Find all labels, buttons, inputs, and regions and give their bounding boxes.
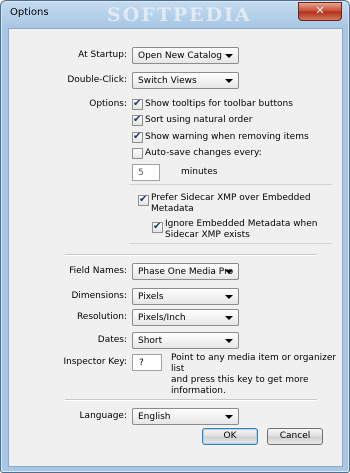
watermark: SOFTPEDIA: [107, 4, 252, 26]
dates-select[interactable]: Short: [132, 332, 239, 349]
language-select[interactable]: English: [132, 408, 239, 425]
title-bar[interactable]: Options SOFTPEDIA ✕: [1, 1, 349, 27]
prefer-xmp-label-line1[interactable]: Prefer Sidecar XMP over Embedded: [151, 193, 311, 203]
double-click-label: Double-Click:: [67, 75, 127, 85]
dimensions-select[interactable]: Pixels: [132, 288, 239, 305]
dates-label: Dates:: [97, 335, 127, 345]
chevron-down-icon: [225, 316, 233, 320]
field-names-select[interactable]: Phase One Media Pro: [132, 263, 239, 280]
chevron-down-icon: [225, 415, 233, 419]
chevron-down-icon: [225, 54, 233, 58]
separator: [65, 254, 317, 256]
prefer-xmp-checkbox[interactable]: [138, 194, 149, 206]
language-value: English: [138, 412, 171, 422]
inspector-key-input[interactable]: ?: [132, 354, 162, 371]
field-names-value: Phase One Media Pro: [138, 267, 234, 277]
prefer-xmp-label-line2[interactable]: Metadata: [151, 204, 194, 214]
inspector-key-value: ?: [139, 358, 144, 368]
field-names-label: Field Names:: [69, 266, 127, 276]
auto-save-label[interactable]: Auto-save changes every:: [145, 148, 262, 158]
startup-label: At Startup:: [78, 50, 127, 60]
chevron-down-icon: [225, 270, 233, 274]
options-label: Options:: [89, 99, 127, 109]
startup-select[interactable]: Open New Catalog: [132, 47, 239, 64]
minutes-input[interactable]: 5: [132, 164, 160, 181]
show-tooltips-checkbox[interactable]: [132, 98, 143, 110]
dimensions-label: Dimensions:: [71, 291, 127, 301]
minutes-value: 5: [138, 168, 144, 178]
inspector-key-label: Inspector Key:: [63, 357, 127, 367]
dialog-body: At Startup: Open New Catalog Double-Clic…: [8, 28, 343, 467]
resolution-select[interactable]: Pixels/Inch: [132, 309, 239, 326]
inspector-help-line1: Point to any media item or organizer lis…: [171, 353, 337, 374]
inspector-help-line2: and press this key to get more: [171, 375, 309, 385]
resolution-value: Pixels/Inch: [138, 313, 186, 323]
show-warning-checkbox[interactable]: [132, 131, 143, 143]
show-tooltips-label[interactable]: Show tooltips for toolbar buttons: [145, 99, 293, 109]
minutes-label: minutes: [181, 167, 218, 177]
startup-value: Open New Catalog: [138, 51, 222, 61]
natural-order-label[interactable]: Sort using natural order: [145, 115, 253, 125]
ignore-embedded-label-line2[interactable]: Sidecar XMP exists: [165, 230, 250, 240]
ignore-embedded-checkbox[interactable]: [152, 221, 163, 233]
inspector-help-line3: information.: [171, 386, 226, 396]
ignore-embedded-label-line1[interactable]: Ignore Embedded Metadata when: [165, 219, 318, 229]
dates-value: Short: [138, 336, 163, 346]
auto-save-checkbox[interactable]: [132, 148, 143, 159]
close-button[interactable]: ✕: [298, 2, 342, 21]
dimensions-value: Pixels: [138, 292, 164, 302]
close-icon: ✕: [315, 4, 325, 17]
resolution-label: Resolution:: [76, 312, 127, 322]
cancel-button[interactable]: Cancel: [267, 428, 323, 445]
ok-button[interactable]: OK: [202, 428, 258, 445]
chevron-down-icon: [225, 79, 233, 83]
chevron-down-icon: [225, 295, 233, 299]
double-click-value: Switch Views: [138, 76, 197, 86]
options-dialog: Options SOFTPEDIA ✕ At Startup: Open New…: [0, 0, 350, 473]
inspector-help-text: Point to any media item or organizer lis…: [171, 353, 341, 397]
chevron-down-icon: [225, 339, 233, 343]
show-warning-label[interactable]: Show warning when removing items: [145, 132, 309, 142]
double-click-select[interactable]: Switch Views: [132, 72, 239, 89]
language-label: Language:: [79, 411, 127, 421]
separator: [65, 399, 317, 401]
natural-order-checkbox[interactable]: [132, 114, 143, 126]
dialog-title: Options: [10, 7, 49, 18]
